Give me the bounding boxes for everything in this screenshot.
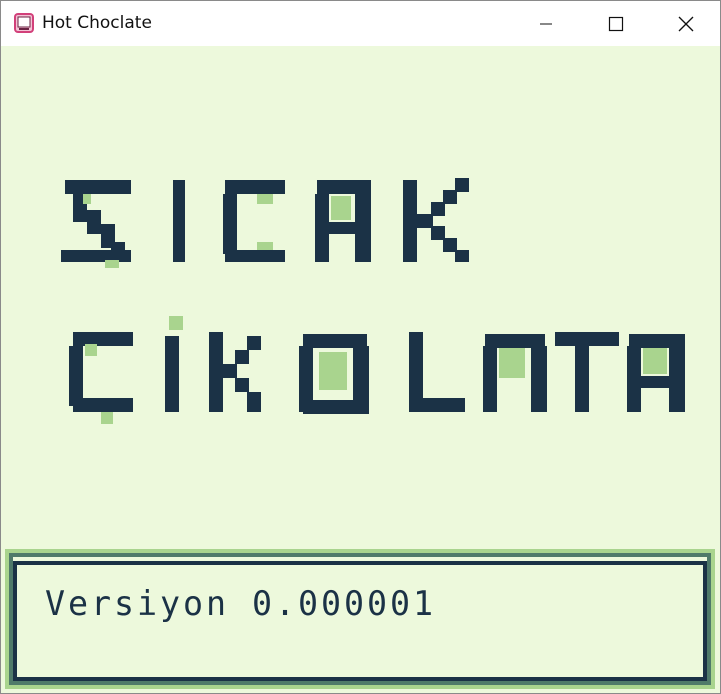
minimize-button[interactable]	[511, 1, 581, 46]
gameboy-app-icon	[14, 13, 34, 33]
close-icon	[678, 16, 694, 31]
maximize-button[interactable]	[581, 1, 651, 46]
minimize-icon	[540, 23, 552, 24]
game-window: Hot Choclate Versiyon 0.000001	[0, 0, 721, 694]
logo-line-sicak	[61, 178, 469, 268]
title-bar[interactable]: Hot Choclate	[1, 1, 720, 46]
close-button[interactable]	[651, 1, 721, 46]
game-screen[interactable]: Versiyon 0.000001	[1, 46, 720, 693]
version-label: Versiyon 0.000001	[44, 584, 437, 624]
logo-line-cikolata	[69, 316, 685, 424]
title-logo	[61, 178, 685, 424]
maximize-icon	[608, 16, 624, 31]
window-title: Hot Choclate	[42, 13, 152, 33]
